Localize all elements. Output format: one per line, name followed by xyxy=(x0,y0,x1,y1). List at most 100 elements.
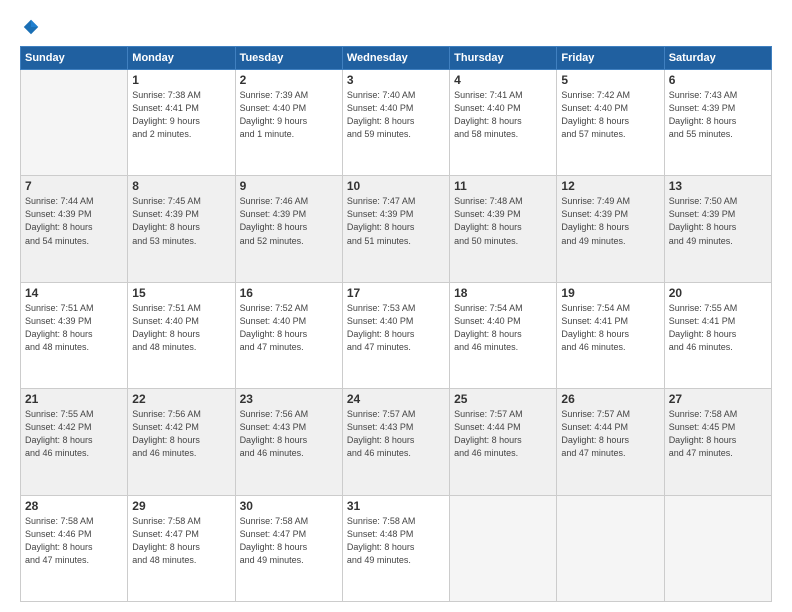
calendar-day-header: Thursday xyxy=(450,47,557,70)
day-info: Sunrise: 7:55 AM Sunset: 4:42 PM Dayligh… xyxy=(25,408,123,460)
day-info: Sunrise: 7:58 AM Sunset: 4:46 PM Dayligh… xyxy=(25,515,123,567)
calendar-page: SundayMondayTuesdayWednesdayThursdayFrid… xyxy=(0,0,792,612)
calendar-cell: 2 Sunrise: 7:39 AM Sunset: 4:40 PM Daylig… xyxy=(235,70,342,176)
day-info: Sunrise: 7:52 AM Sunset: 4:40 PM Dayligh… xyxy=(240,302,338,354)
day-number: 6 xyxy=(669,73,767,87)
day-number: 26 xyxy=(561,392,659,406)
day-number: 27 xyxy=(669,392,767,406)
calendar-cell: 24 Sunrise: 7:57 AM Sunset: 4:43 PM Dayli… xyxy=(342,389,449,495)
day-info: Sunrise: 7:57 AM Sunset: 4:44 PM Dayligh… xyxy=(454,408,552,460)
day-number: 23 xyxy=(240,392,338,406)
calendar-day-header: Tuesday xyxy=(235,47,342,70)
calendar-day-header: Monday xyxy=(128,47,235,70)
day-number: 1 xyxy=(132,73,230,87)
calendar-cell: 31 Sunrise: 7:58 AM Sunset: 4:48 PM Dayli… xyxy=(342,495,449,601)
day-number: 21 xyxy=(25,392,123,406)
calendar-week-row: 14 Sunrise: 7:51 AM Sunset: 4:39 PM Dayli… xyxy=(21,282,772,388)
calendar-cell: 19 Sunrise: 7:54 AM Sunset: 4:41 PM Dayli… xyxy=(557,282,664,388)
day-info: Sunrise: 7:55 AM Sunset: 4:41 PM Dayligh… xyxy=(669,302,767,354)
calendar-cell: 10Sunrise: 7:47 AM Sunset: 4:39 PM Dayli… xyxy=(342,176,449,282)
day-info: Sunrise: 7:54 AM Sunset: 4:40 PM Dayligh… xyxy=(454,302,552,354)
day-info: Sunrise: 7:56 AM Sunset: 4:43 PM Dayligh… xyxy=(240,408,338,460)
header xyxy=(20,18,772,36)
day-info: Sunrise: 7:38 AM Sunset: 4:41 PM Dayligh… xyxy=(132,89,230,141)
calendar-cell: 11Sunrise: 7:48 AM Sunset: 4:39 PM Dayli… xyxy=(450,176,557,282)
day-info: Sunrise: 7:43 AM Sunset: 4:39 PM Dayligh… xyxy=(669,89,767,141)
calendar-cell: 28 Sunrise: 7:58 AM Sunset: 4:46 PM Dayli… xyxy=(21,495,128,601)
calendar-day-header: Sunday xyxy=(21,47,128,70)
day-info: Sunrise: 7:58 AM Sunset: 4:48 PM Dayligh… xyxy=(347,515,445,567)
calendar-cell: 9Sunrise: 7:46 AM Sunset: 4:39 PM Daylig… xyxy=(235,176,342,282)
day-info: Sunrise: 7:51 AM Sunset: 4:39 PM Dayligh… xyxy=(25,302,123,354)
day-info: Sunrise: 7:44 AM Sunset: 4:39 PM Dayligh… xyxy=(25,195,123,247)
calendar-cell: 4Sunrise: 7:41 AM Sunset: 4:40 PM Daylig… xyxy=(450,70,557,176)
calendar-cell: 25Sunrise: 7:57 AM Sunset: 4:44 PM Dayli… xyxy=(450,389,557,495)
calendar-cell: 12 Sunrise: 7:49 AM Sunset: 4:39 PM Dayli… xyxy=(557,176,664,282)
calendar-cell: 8Sunrise: 7:45 AM Sunset: 4:39 PM Daylig… xyxy=(128,176,235,282)
day-info: Sunrise: 7:58 AM Sunset: 4:47 PM Dayligh… xyxy=(132,515,230,567)
day-info: Sunrise: 7:54 AM Sunset: 4:41 PM Dayligh… xyxy=(561,302,659,354)
day-info: Sunrise: 7:51 AM Sunset: 4:40 PM Dayligh… xyxy=(132,302,230,354)
day-info: Sunrise: 7:56 AM Sunset: 4:42 PM Dayligh… xyxy=(132,408,230,460)
calendar-cell: 26 Sunrise: 7:57 AM Sunset: 4:44 PM Dayli… xyxy=(557,389,664,495)
day-info: Sunrise: 7:57 AM Sunset: 4:44 PM Dayligh… xyxy=(561,408,659,460)
day-number: 28 xyxy=(25,499,123,513)
day-number: 10 xyxy=(347,179,445,193)
day-number: 15 xyxy=(132,286,230,300)
calendar-cell: 5 Sunrise: 7:42 AM Sunset: 4:40 PM Daylig… xyxy=(557,70,664,176)
calendar-cell xyxy=(664,495,771,601)
day-info: Sunrise: 7:58 AM Sunset: 4:45 PM Dayligh… xyxy=(669,408,767,460)
calendar-cell: 27 Sunrise: 7:58 AM Sunset: 4:45 PM Dayli… xyxy=(664,389,771,495)
day-number: 24 xyxy=(347,392,445,406)
day-number: 3 xyxy=(347,73,445,87)
day-info: Sunrise: 7:48 AM Sunset: 4:39 PM Dayligh… xyxy=(454,195,552,247)
day-number: 20 xyxy=(669,286,767,300)
logo xyxy=(20,18,42,36)
day-number: 17 xyxy=(347,286,445,300)
day-number: 2 xyxy=(240,73,338,87)
day-info: Sunrise: 7:39 AM Sunset: 4:40 PM Dayligh… xyxy=(240,89,338,141)
calendar-cell: 21 Sunrise: 7:55 AM Sunset: 4:42 PM Dayli… xyxy=(21,389,128,495)
calendar-cell: 1 Sunrise: 7:38 AM Sunset: 4:41 PM Daylig… xyxy=(128,70,235,176)
calendar-cell: 30Sunrise: 7:58 AM Sunset: 4:47 PM Dayli… xyxy=(235,495,342,601)
calendar-header-row: SundayMondayTuesdayWednesdayThursdayFrid… xyxy=(21,47,772,70)
calendar-cell: 13Sunrise: 7:50 AM Sunset: 4:39 PM Dayli… xyxy=(664,176,771,282)
calendar-week-row: 28 Sunrise: 7:58 AM Sunset: 4:46 PM Dayli… xyxy=(21,495,772,601)
day-number: 14 xyxy=(25,286,123,300)
day-number: 16 xyxy=(240,286,338,300)
day-info: Sunrise: 7:41 AM Sunset: 4:40 PM Dayligh… xyxy=(454,89,552,141)
day-info: Sunrise: 7:42 AM Sunset: 4:40 PM Dayligh… xyxy=(561,89,659,141)
calendar-cell: 20 Sunrise: 7:55 AM Sunset: 4:41 PM Dayli… xyxy=(664,282,771,388)
calendar-cell: 17 Sunrise: 7:53 AM Sunset: 4:40 PM Dayli… xyxy=(342,282,449,388)
calendar-cell: 7 Sunrise: 7:44 AM Sunset: 4:39 PM Daylig… xyxy=(21,176,128,282)
calendar-cell xyxy=(21,70,128,176)
calendar-cell: 3 Sunrise: 7:40 AM Sunset: 4:40 PM Daylig… xyxy=(342,70,449,176)
calendar-table: SundayMondayTuesdayWednesdayThursdayFrid… xyxy=(20,46,772,602)
day-number: 13 xyxy=(669,179,767,193)
calendar-cell: 18Sunrise: 7:54 AM Sunset: 4:40 PM Dayli… xyxy=(450,282,557,388)
day-info: Sunrise: 7:58 AM Sunset: 4:47 PM Dayligh… xyxy=(240,515,338,567)
day-number: 19 xyxy=(561,286,659,300)
calendar-day-header: Wednesday xyxy=(342,47,449,70)
day-info: Sunrise: 7:46 AM Sunset: 4:39 PM Dayligh… xyxy=(240,195,338,247)
day-info: Sunrise: 7:53 AM Sunset: 4:40 PM Dayligh… xyxy=(347,302,445,354)
day-info: Sunrise: 7:49 AM Sunset: 4:39 PM Dayligh… xyxy=(561,195,659,247)
calendar-cell: 16 Sunrise: 7:52 AM Sunset: 4:40 PM Dayli… xyxy=(235,282,342,388)
calendar-cell: 6 Sunrise: 7:43 AM Sunset: 4:39 PM Daylig… xyxy=(664,70,771,176)
day-number: 22 xyxy=(132,392,230,406)
calendar-day-header: Saturday xyxy=(664,47,771,70)
day-number: 31 xyxy=(347,499,445,513)
day-number: 5 xyxy=(561,73,659,87)
day-info: Sunrise: 7:40 AM Sunset: 4:40 PM Dayligh… xyxy=(347,89,445,141)
calendar-cell: 15 Sunrise: 7:51 AM Sunset: 4:40 PM Dayli… xyxy=(128,282,235,388)
day-info: Sunrise: 7:45 AM Sunset: 4:39 PM Dayligh… xyxy=(132,195,230,247)
calendar-cell: 14 Sunrise: 7:51 AM Sunset: 4:39 PM Dayli… xyxy=(21,282,128,388)
day-info: Sunrise: 7:57 AM Sunset: 4:43 PM Dayligh… xyxy=(347,408,445,460)
day-number: 12 xyxy=(561,179,659,193)
calendar-week-row: 1 Sunrise: 7:38 AM Sunset: 4:41 PM Daylig… xyxy=(21,70,772,176)
calendar-cell: 22 Sunrise: 7:56 AM Sunset: 4:42 PM Dayli… xyxy=(128,389,235,495)
calendar-day-header: Friday xyxy=(557,47,664,70)
calendar-cell xyxy=(557,495,664,601)
day-number: 7 xyxy=(25,179,123,193)
calendar-cell: 23 Sunrise: 7:56 AM Sunset: 4:43 PM Dayli… xyxy=(235,389,342,495)
